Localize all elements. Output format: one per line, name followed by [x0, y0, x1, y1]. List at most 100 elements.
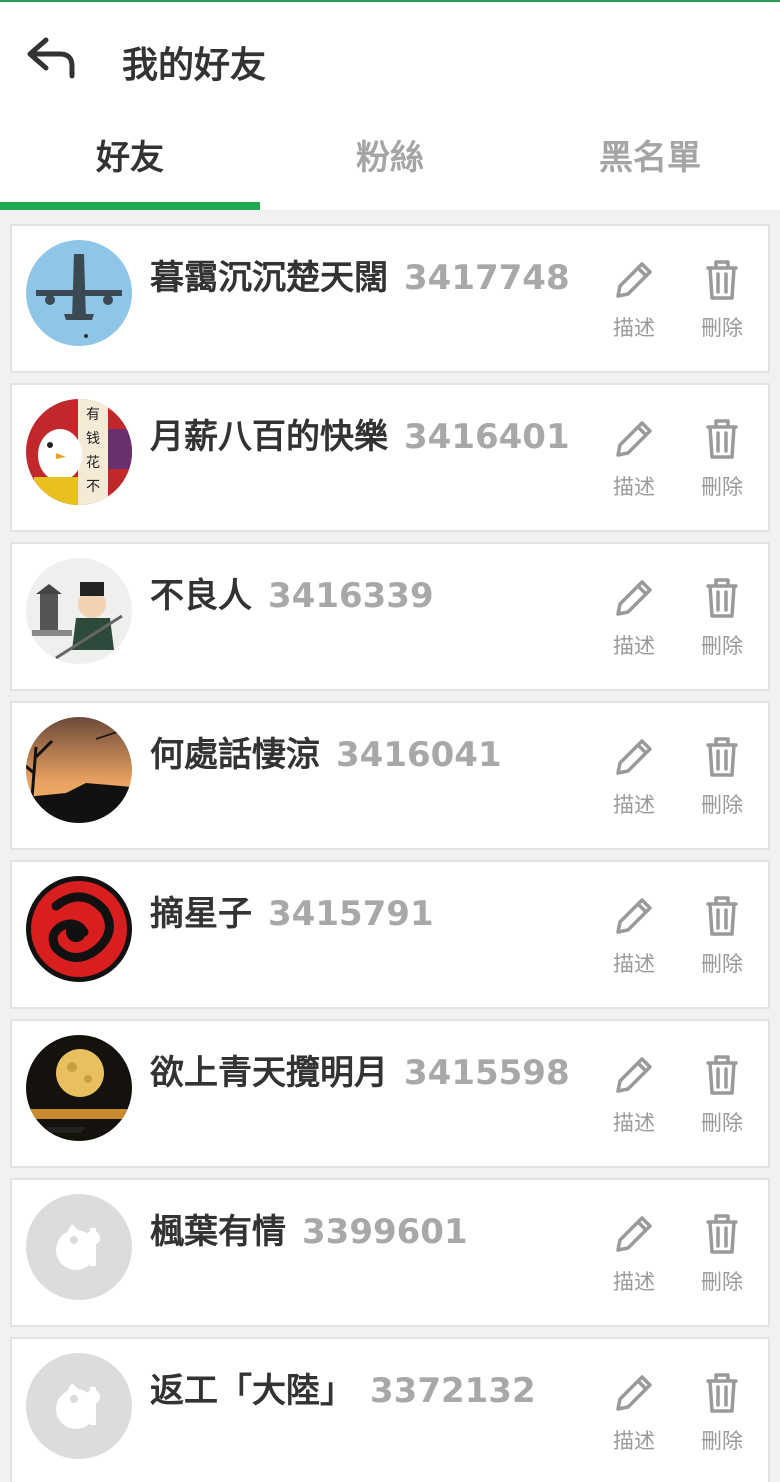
- delete-button[interactable]: 刪除: [692, 574, 752, 660]
- pencil-icon: [616, 1216, 652, 1252]
- friend-name: 何處話悽涼 3416041: [150, 727, 502, 776]
- friend-card[interactable]: 不良人 3416339 描述 刪除: [10, 542, 770, 691]
- delete-label: 刪除: [701, 793, 743, 817]
- delete-label: 刪除: [701, 1111, 743, 1135]
- svg-text:不: 不: [86, 479, 100, 495]
- friend-card[interactable]: 有 钱 花 不 月薪八百的快樂 3416401 描述 刪除: [10, 383, 770, 532]
- describe-button[interactable]: 描述: [604, 256, 664, 342]
- pencil-icon: [616, 739, 652, 775]
- delete-button[interactable]: 刪除: [692, 892, 752, 978]
- delete-label: 刪除: [701, 1429, 743, 1453]
- trash-icon: [706, 260, 738, 300]
- friend-nickname: 返工「大陸」: [150, 1371, 354, 1411]
- trash-icon: [706, 1055, 738, 1095]
- pencil-icon: [616, 421, 652, 457]
- delete-button[interactable]: 刪除: [692, 1210, 752, 1296]
- page-title: 我的好友: [122, 45, 267, 86]
- describe-button[interactable]: 描述: [604, 1051, 664, 1137]
- friend-name: 返工「大陸」 3372132: [150, 1363, 536, 1412]
- avatar[interactable]: [26, 240, 132, 346]
- describe-button[interactable]: 描述: [604, 733, 664, 819]
- pencil-icon: [616, 580, 652, 616]
- back-arrow-icon: [27, 37, 75, 79]
- friend-id: 3416339: [268, 576, 434, 616]
- friend-card[interactable]: 楓葉有情 3399601 描述 刪除: [10, 1178, 770, 1327]
- default-avatar-icon: [26, 1194, 132, 1300]
- svg-text:钱: 钱: [86, 431, 100, 447]
- tab-blacklist[interactable]: 黑名單: [520, 122, 780, 208]
- friend-id: 3416401: [404, 417, 570, 457]
- delete-label: 刪除: [701, 316, 743, 340]
- friend-name: 欲上青天攬明月 3415598: [150, 1045, 570, 1094]
- friend-name: 楓葉有情 3399601: [150, 1204, 468, 1253]
- tab-bar: 好友 粉絲 黑名單: [0, 122, 780, 208]
- describe-button[interactable]: 描述: [604, 574, 664, 660]
- trash-icon: [706, 896, 738, 936]
- describe-button[interactable]: 描述: [604, 1210, 664, 1296]
- delete-label: 刪除: [701, 1270, 743, 1294]
- friend-nickname: 不良人: [150, 576, 252, 616]
- tab-followers[interactable]: 粉絲: [260, 122, 520, 208]
- delete-label: 刪除: [701, 475, 743, 499]
- friend-name: 不良人 3416339: [150, 568, 434, 617]
- friend-list: 暮靄沉沉楚天闊 3417748 描述 刪除 有 钱 花 不 月薪八百的快樂 34…: [10, 224, 770, 1482]
- pencil-icon: [616, 1375, 652, 1411]
- describe-button[interactable]: 描述: [604, 892, 664, 978]
- svg-text:有: 有: [86, 407, 100, 423]
- friend-name: 摘星子 3415791: [150, 886, 434, 935]
- describe-label: 描述: [613, 1429, 655, 1453]
- avatar[interactable]: [26, 876, 132, 982]
- friend-nickname: 何處話悽涼: [150, 735, 320, 775]
- default-avatar-icon: [26, 1353, 132, 1459]
- friend-nickname: 月薪八百的快樂: [150, 417, 388, 457]
- friend-id: 3416041: [336, 735, 502, 775]
- friend-id: 3372132: [370, 1371, 536, 1411]
- app-header: 我的好友 好友 粉絲 黑名單: [0, 2, 780, 210]
- trash-icon: [706, 578, 738, 618]
- pencil-icon: [616, 898, 652, 934]
- describe-label: 描述: [613, 952, 655, 976]
- friend-nickname: 欲上青天攬明月: [150, 1053, 388, 1093]
- friend-id: 3415598: [404, 1053, 570, 1093]
- friend-card[interactable]: 欲上青天攬明月 3415598 描述 刪除: [10, 1019, 770, 1168]
- avatar[interactable]: [26, 1353, 132, 1459]
- friend-id: 3415791: [268, 894, 434, 934]
- delete-button[interactable]: 刪除: [692, 1051, 752, 1137]
- describe-button[interactable]: 描述: [604, 1369, 664, 1455]
- delete-label: 刪除: [701, 634, 743, 658]
- avatar[interactable]: 有 钱 花 不: [26, 399, 132, 505]
- friend-card[interactable]: 何處話悽涼 3416041 描述 刪除: [10, 701, 770, 850]
- avatar[interactable]: [26, 717, 132, 823]
- friend-card[interactable]: 暮靄沉沉楚天闊 3417748 描述 刪除: [10, 224, 770, 373]
- describe-label: 描述: [613, 1111, 655, 1135]
- avatar[interactable]: [26, 558, 132, 664]
- describe-label: 描述: [613, 475, 655, 499]
- friend-nickname: 暮靄沉沉楚天闊: [150, 258, 388, 298]
- describe-button[interactable]: 描述: [604, 415, 664, 501]
- friend-card[interactable]: 返工「大陸」 3372132 描述 刪除: [10, 1337, 770, 1482]
- delete-button[interactable]: 刪除: [692, 415, 752, 501]
- tab-friends[interactable]: 好友: [0, 122, 260, 208]
- delete-button[interactable]: 刪除: [692, 733, 752, 819]
- friend-id: 3399601: [302, 1212, 468, 1252]
- friend-name: 暮靄沉沉楚天闊 3417748: [150, 250, 570, 299]
- active-tab-indicator: [0, 202, 260, 210]
- pencil-icon: [616, 262, 652, 298]
- svg-text:花: 花: [86, 455, 100, 471]
- back-button[interactable]: [24, 32, 80, 82]
- describe-label: 描述: [613, 316, 655, 340]
- describe-label: 描述: [613, 1270, 655, 1294]
- pencil-icon: [616, 1057, 652, 1093]
- avatar[interactable]: [26, 1035, 132, 1141]
- describe-label: 描述: [613, 793, 655, 817]
- friend-nickname: 摘星子: [150, 894, 252, 934]
- friend-nickname: 楓葉有情: [150, 1212, 286, 1252]
- delete-button[interactable]: 刪除: [692, 256, 752, 342]
- friend-id: 3417748: [404, 258, 570, 298]
- describe-label: 描述: [613, 634, 655, 658]
- friend-name: 月薪八百的快樂 3416401: [150, 409, 570, 458]
- delete-button[interactable]: 刪除: [692, 1369, 752, 1455]
- trash-icon: [706, 1373, 738, 1413]
- friend-card[interactable]: 摘星子 3415791 描述 刪除: [10, 860, 770, 1009]
- avatar[interactable]: [26, 1194, 132, 1300]
